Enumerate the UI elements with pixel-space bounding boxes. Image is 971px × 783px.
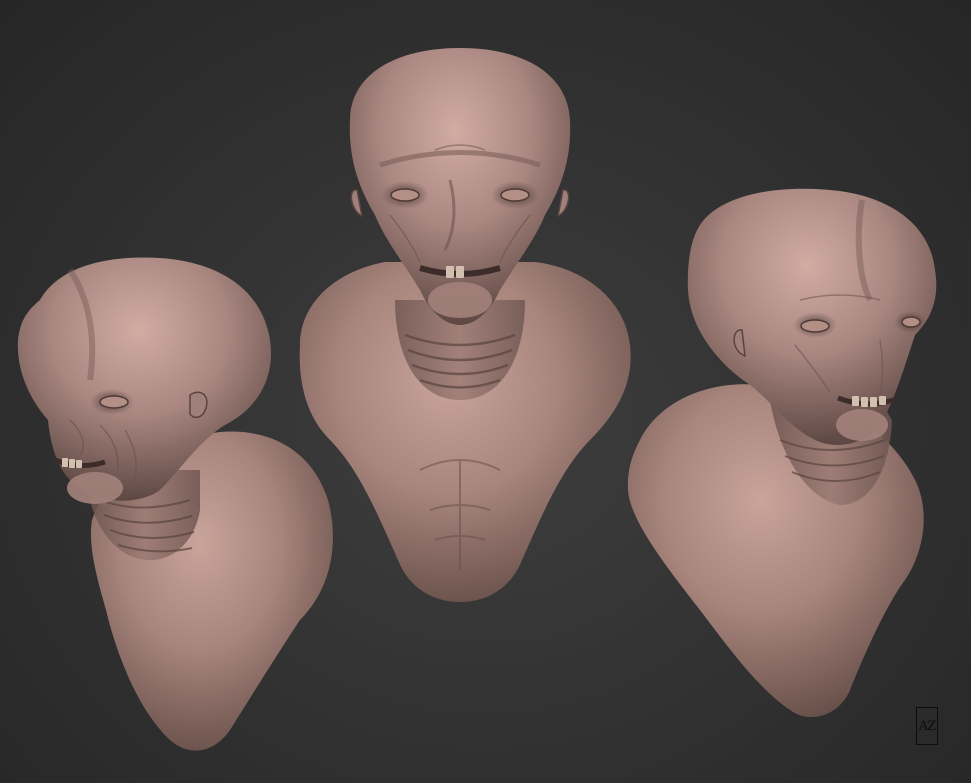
bust-three-quarter-left — [17, 257, 333, 751]
center-eye-right — [500, 188, 530, 202]
center-eye-left — [390, 188, 420, 202]
sculpt-render — [17, 48, 937, 751]
center-ear-right — [556, 189, 570, 218]
artist-signature-monogram: AZ — [916, 707, 938, 745]
bust-three-quarter-right — [627, 188, 937, 718]
bust-front — [299, 48, 631, 602]
render-canvas: AZ — [0, 0, 971, 783]
right-chin — [836, 409, 888, 441]
right-eye-left — [800, 319, 830, 333]
right-eye-right — [901, 316, 921, 328]
left-eye — [99, 395, 129, 409]
left-chin — [67, 472, 123, 504]
center-chin — [428, 282, 492, 318]
center-ear-left — [350, 189, 364, 218]
